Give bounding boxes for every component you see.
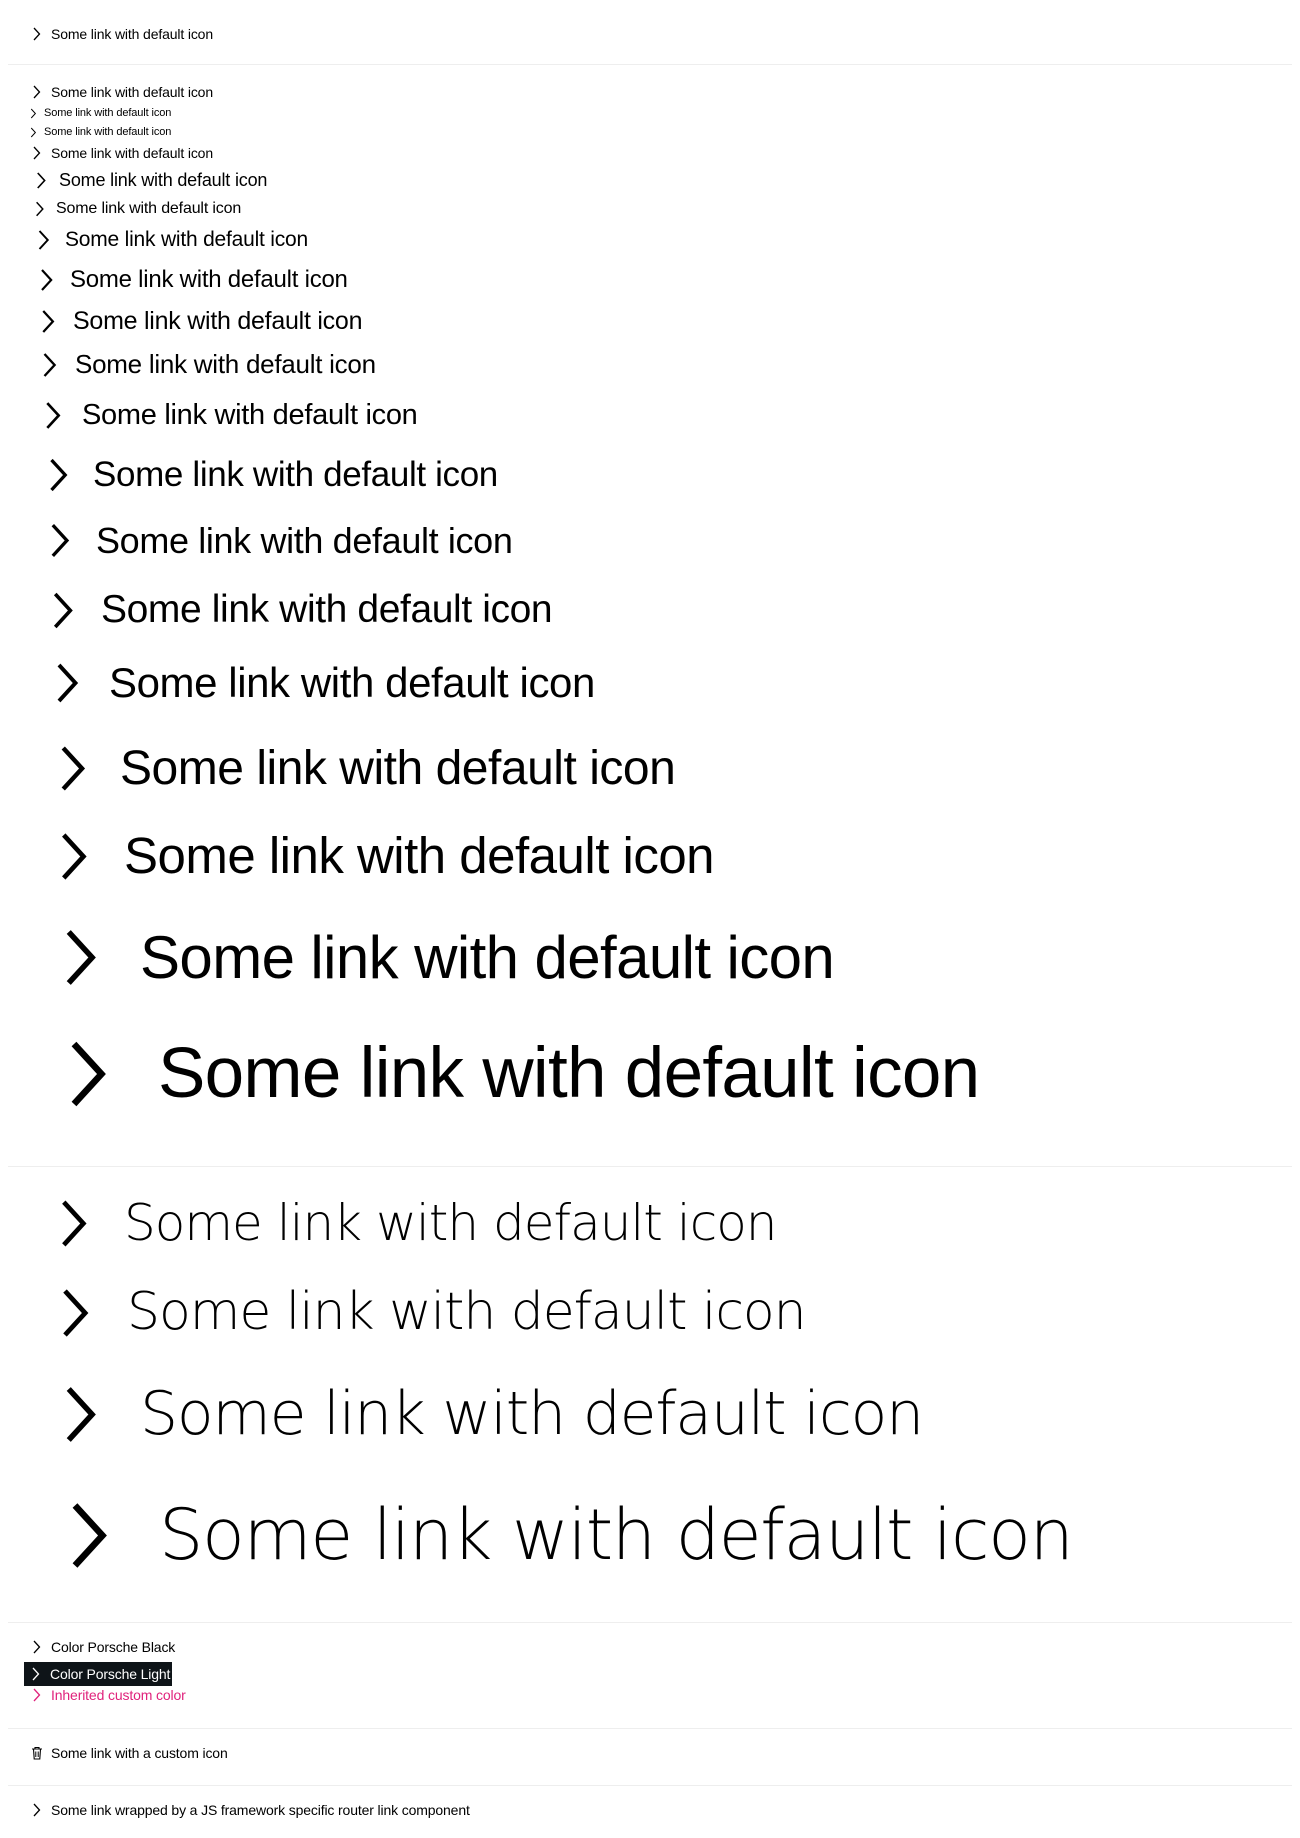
link-inherited-custom-color[interactable]: Inherited custom color	[31, 1687, 186, 1703]
size-variant-link[interactable]: Some link with default icon	[29, 107, 171, 120]
link-label: Inherited custom color	[51, 1687, 186, 1703]
chevron-right-icon	[53, 827, 96, 886]
link-label: Some link with default icon	[65, 228, 308, 251]
link-color-porsche-black[interactable]: Color Porsche Black	[31, 1639, 175, 1655]
size-variant-link[interactable]: Some link with default icon	[39, 349, 376, 380]
chevron-right-icon	[31, 84, 43, 100]
link-label: Some link with default icon	[140, 924, 835, 991]
chevron-right-icon	[59, 1033, 119, 1115]
link-label: Some link with default icon	[44, 126, 172, 139]
chevron-right-icon	[39, 350, 61, 380]
link-label: Some link with default icon	[59, 170, 268, 191]
chevron-right-icon	[53, 741, 94, 796]
chevron-right-icon	[56, 1380, 107, 1449]
link-label: Some link with default icon	[140, 1379, 924, 1449]
chevron-right-icon	[33, 200, 47, 218]
separator	[8, 1785, 1292, 1786]
size-variant-link[interactable]: Some link with default icon	[45, 520, 513, 561]
link-label: Some link with default icon	[120, 742, 676, 795]
link-label: Some link wrapped by a JS framework spec…	[51, 1802, 470, 1818]
default-link[interactable]: Some link with default icon	[31, 26, 213, 42]
link-label: Some link with default icon	[127, 1282, 807, 1343]
chevron-right-icon	[31, 1802, 43, 1818]
link-label: Some link with default icon	[44, 107, 172, 120]
chevron-right-icon	[31, 1639, 43, 1655]
link-label: Some link with a custom icon	[51, 1745, 228, 1761]
size-variant-link[interactable]: Some link with default icon	[54, 1282, 807, 1343]
chevron-right-icon	[41, 399, 66, 432]
link-label: Some link with default icon	[101, 588, 553, 632]
size-variant-link[interactable]: Some link with default icon	[53, 1194, 777, 1253]
link-label: Some link with default icon	[82, 399, 418, 431]
chevron-right-icon	[56, 923, 107, 992]
chevron-right-icon	[37, 266, 57, 294]
link-label: Some link with default icon	[56, 200, 242, 217]
chevron-right-icon	[30, 1666, 42, 1682]
link-label: Color Porsche Black	[51, 1639, 176, 1655]
router-link[interactable]: Some link wrapped by a JS framework spec…	[31, 1802, 470, 1818]
link-label: Color Porsche Light	[50, 1665, 171, 1682]
separator	[8, 64, 1292, 65]
link-label: Some link with default icon	[70, 266, 348, 294]
link-custom-icon[interactable]: Some link with a custom icon	[31, 1745, 228, 1761]
chevron-right-icon	[47, 588, 80, 633]
link-label: Some link with default icon	[96, 520, 513, 561]
link-label: Some link with default icon	[51, 145, 213, 161]
chevron-right-icon	[50, 659, 86, 707]
chevron-right-icon	[34, 170, 49, 191]
link-label: Some link with default icon	[158, 1034, 980, 1114]
size-variant-link[interactable]: Some link with default icon	[60, 1494, 1074, 1577]
separator	[8, 1728, 1292, 1729]
size-variant-link[interactable]: Some link with default icon	[37, 266, 348, 294]
size-variant-link[interactable]: Some link with default icon	[31, 84, 213, 100]
size-variant-link[interactable]: Some link with default icon	[38, 307, 362, 336]
separator	[8, 1622, 1292, 1623]
size-variant-link[interactable]: Some link with default icon	[41, 399, 418, 432]
chevron-right-icon	[44, 455, 74, 495]
size-variant-link[interactable]: Some link with default icon	[31, 145, 213, 161]
chevron-right-icon	[45, 520, 76, 561]
size-variant-link[interactable]: Some link with default icon	[56, 1379, 924, 1449]
chevron-right-icon	[54, 1283, 98, 1343]
size-variant-link[interactable]: Some link with default icon	[50, 659, 595, 707]
size-variant-link[interactable]: Some link with default icon	[35, 228, 308, 252]
trash-icon	[31, 1745, 43, 1761]
size-variant-link[interactable]: Some link with default icon	[56, 923, 835, 992]
chevron-right-icon	[29, 126, 38, 139]
chevron-right-icon	[60, 1495, 120, 1576]
chevron-right-icon	[38, 307, 59, 336]
link-label: Some link with default icon	[93, 455, 498, 494]
separator	[8, 1166, 1292, 1167]
link-label: Some link with default icon	[75, 349, 376, 380]
size-variant-link[interactable]: Some link with default icon	[33, 200, 241, 218]
link-label: Some link with default icon	[124, 1194, 777, 1252]
chevron-right-icon	[31, 145, 43, 161]
link-label: Some link with default icon	[73, 307, 363, 336]
chevron-right-icon	[35, 228, 53, 252]
size-variant-link[interactable]: Some link with default icon	[47, 588, 553, 633]
size-variant-link[interactable]: Some link with default icon	[59, 1033, 980, 1115]
size-variant-link[interactable]: Some link with default icon	[29, 126, 171, 139]
size-variant-link[interactable]: Some link with default icon	[53, 827, 715, 886]
link-label: Some link with default icon	[159, 1494, 1074, 1577]
size-variant-link[interactable]: Some link with default icon	[53, 741, 676, 796]
chevron-right-icon	[53, 1195, 96, 1252]
link-label: Some link with default icon	[109, 659, 595, 706]
link-color-porsche-light[interactable]: Color Porsche Light	[24, 1662, 173, 1686]
link-label: Some link with default icon	[124, 827, 715, 885]
link-label: Some link with default icon	[51, 26, 213, 42]
size-variant-link[interactable]: Some link with default icon	[34, 170, 267, 191]
link-label: Some link with default icon	[51, 84, 213, 100]
chevron-right-icon	[29, 107, 38, 120]
chevron-right-icon	[31, 26, 43, 42]
chevron-right-icon	[31, 1687, 43, 1703]
size-variant-link[interactable]: Some link with default icon	[44, 455, 498, 495]
